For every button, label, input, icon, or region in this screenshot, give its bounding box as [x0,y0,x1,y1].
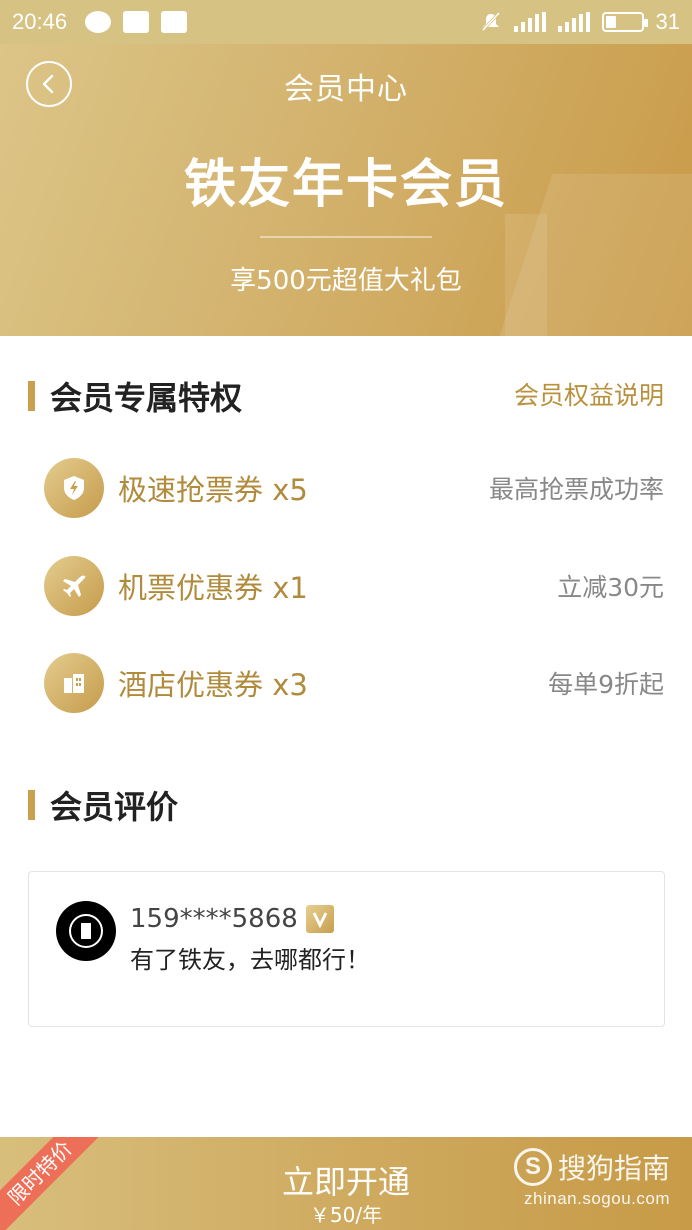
reviewer-name: 159****5868 [130,904,334,934]
watermark-url: zhinan.sogou.com [524,1189,670,1208]
reviews-heading: 会员评价 [28,782,178,828]
wechat-icon [85,11,112,33]
review-text: 有了铁友，去哪都行！ [130,946,370,974]
hotel-building-icon [44,653,104,713]
perk-item: 极速抢票券 x5 最高抢票成功率 [44,458,664,518]
review-card: 159****5868 有了铁友，去哪都行！ [28,871,665,1027]
section-marker [28,790,35,820]
sogou-logo-icon: S [513,1148,552,1186]
membership-subtitle: 享500元超值大礼包 [230,266,462,296]
sogou-watermark: S 搜狗指南 zhinan.sogou.com [513,1147,670,1209]
benefits-explanation-link[interactable]: 会员权益说明 [514,376,664,412]
divider [260,236,432,238]
watermark-title: 搜狗指南 [557,1152,670,1185]
status-right: 31 [480,9,680,35]
perk-description: 每单9折起 [548,670,664,699]
battery-icon [601,12,648,32]
perk-description: 最高抢票成功率 [488,475,664,504]
avatar [56,901,116,961]
perk-label: 酒店优惠券 x3 [118,668,308,702]
alipay-icon [123,11,150,33]
status-time: 20:46 [12,9,68,34]
perk-label: 极速抢票券 x5 [118,473,308,507]
perk-label: 机票优惠券 x1 [118,571,308,605]
perk-item: 酒店优惠券 x3 每单9折起 [44,653,664,713]
perk-description: 立减30元 [557,573,664,602]
section-title: 会员评价 [50,788,179,826]
page-title: 会员中心 [284,72,408,107]
gallery-icon [161,11,188,33]
signal-4g-icon [557,12,590,32]
perk-item: 机票优惠券 x1 立减30元 [44,556,664,616]
status-bar: 20:46 31 [0,0,692,44]
reviewer-phone: 159****5868 [130,904,298,934]
mute-icon [481,12,500,32]
membership-title: 铁友年卡会员 [183,155,508,215]
airplane-icon [44,556,104,616]
vip-badge-icon [305,905,334,933]
privileges-heading: 会员专属特权 [28,373,242,419]
section-marker [28,381,35,411]
signal-icon [513,12,546,32]
battery-level: 31 [655,9,680,34]
notification-icons [85,11,188,33]
member-banner: 会员中心 铁友年卡会员 享500元超值大礼包 [0,44,692,336]
open-membership-button[interactable]: 限时特价 立即开通 ￥50/年 S 搜狗指南 zhinan.sogou.com [0,1137,692,1230]
section-title: 会员专属特权 [50,379,243,417]
lightning-shield-icon [44,458,104,518]
